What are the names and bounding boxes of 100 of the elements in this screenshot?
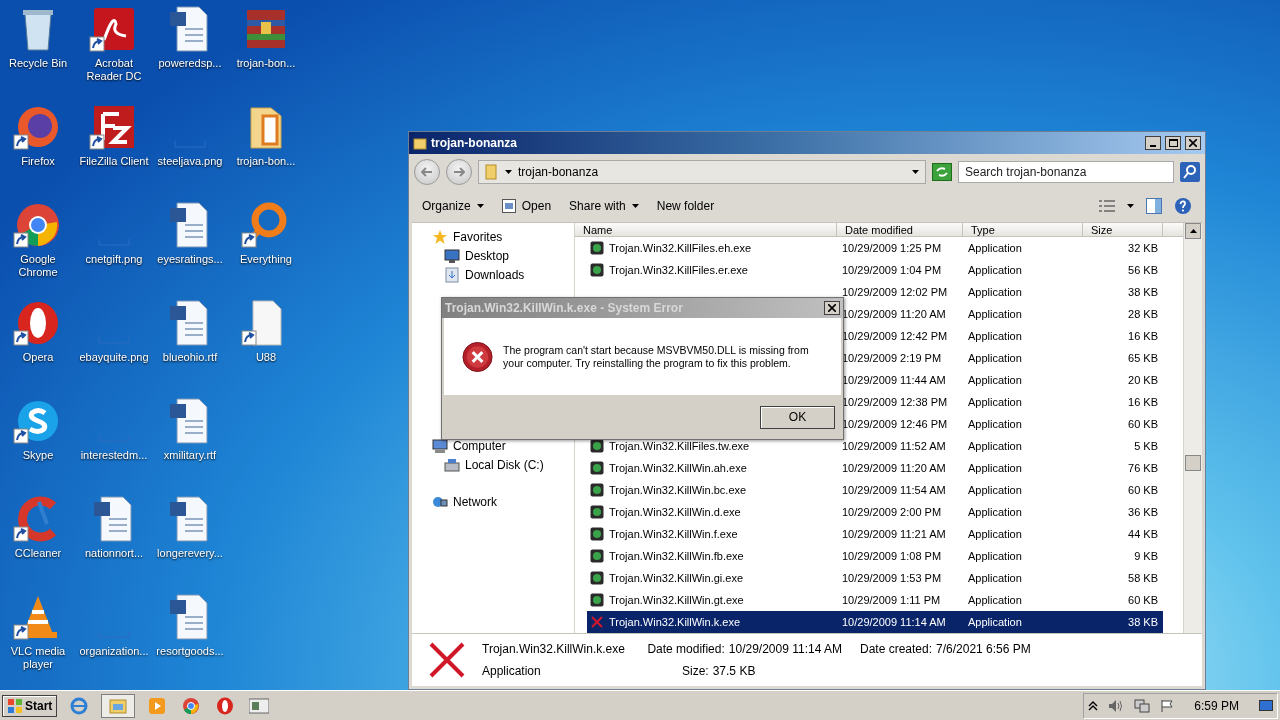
desktop-icon-label[interactable]: blueohio.rtf: [152, 351, 228, 364]
nav-item[interactable]: Local Disk (C:): [412, 455, 574, 474]
desktop-icon-label[interactable]: xmilitary.rtf: [152, 449, 228, 462]
desktop-icon-label[interactable]: resortgoods...: [152, 645, 228, 658]
column-header[interactable]: Size: [1083, 223, 1163, 237]
size-cell-text: 65 KB: [1127, 351, 1159, 366]
type-cell-text: Application: [967, 571, 1023, 586]
desktop-icon-label[interactable]: trojan-bon...: [228, 57, 304, 70]
size-cell-text: 58 KB: [1127, 571, 1159, 586]
date-cell-text: 10/29/2009 1:11 PM: [841, 593, 942, 608]
close-button[interactable]: [1185, 136, 1201, 150]
desktop-icon-label[interactable]: interestedm...: [76, 449, 152, 462]
search-field[interactable]: Search trojan-bonanza: [958, 161, 1174, 183]
star-icon: [432, 228, 448, 245]
chrome-icon: [181, 696, 202, 716]
flag-icon[interactable]: [1160, 699, 1175, 713]
speaker-icon[interactable]: [1108, 699, 1125, 713]
maximize-button[interactable]: [1165, 136, 1181, 150]
scroll-up-button[interactable]: [1185, 223, 1201, 239]
desktop-icon-label[interactable]: Recycle Bin: [0, 57, 76, 70]
desktop-icon-label[interactable]: CCleaner: [0, 547, 76, 560]
chevron-up-icon[interactable]: [1088, 701, 1099, 711]
type-cell-text: Application: [967, 285, 1023, 300]
date-cell-text: 10/29/2009 11:52 AM: [841, 439, 947, 454]
column-header[interactable]: Name: [575, 223, 837, 237]
desktop-icon-label[interactable]: Firefox: [0, 155, 76, 168]
desktop-icon-label[interactable]: U88: [228, 351, 304, 364]
file-name[interactable]: Trojan.Win32.KillFiles.er.exe: [587, 259, 837, 281]
column-header[interactable]: Type: [963, 223, 1083, 237]
close-button[interactable]: [824, 301, 840, 315]
toolbar-button[interactable]: Share with: [569, 199, 639, 213]
ok-button[interactable]: OK: [760, 405, 835, 429]
desktop-icon-label[interactable]: organization...: [76, 645, 152, 658]
desktop-icon-label[interactable]: trojan-bon...: [228, 155, 304, 168]
address-bar[interactable]: trojan-bonanza: [478, 160, 926, 184]
toolbar-button[interactable]: New folder: [656, 199, 715, 213]
search-icon[interactable]: [1180, 162, 1200, 182]
desktop-icon-label[interactable]: longerevery...: [152, 547, 228, 560]
file-name[interactable]: Trojan.Win32.KillWin.gi.exe: [587, 567, 837, 589]
scrollbar[interactable]: [1183, 223, 1202, 633]
size-cell-text: 36 KB: [1127, 505, 1159, 520]
file-name[interactable]: Trojan.Win32.KillWin.ah.exe: [587, 457, 837, 479]
column-header[interactable]: Date modified: [837, 223, 963, 237]
field-value: 10/29/2009 11:14 AM: [728, 642, 842, 656]
size-cell-text: 76 KB: [1127, 461, 1159, 476]
start-button[interactable]: Start: [2, 695, 58, 717]
date-cell-text: 10/29/2009 11:54 AM: [841, 483, 947, 498]
size-cell-text: 20 KB: [1127, 373, 1159, 388]
file-name[interactable]: Trojan.Win32.KillWin.k.exe: [587, 611, 837, 633]
size-cell-text: 60 KB: [1127, 483, 1159, 498]
file-name[interactable]: Trojan.Win32.KillWin.gt.exe: [587, 589, 837, 611]
desktop-icon-label[interactable]: VLC media player: [0, 645, 76, 671]
desktop-icon-label[interactable]: Opera: [0, 351, 76, 364]
desktop-icon-label[interactable]: FileZilla Client: [76, 155, 152, 168]
window-icon: [249, 696, 270, 716]
desktop-icon-label[interactable]: ebayquite.png: [76, 351, 152, 364]
arrow-left-icon: [421, 167, 433, 177]
desktop-icon-label[interactable]: Google Chrome: [0, 253, 76, 279]
file-name[interactable]: Trojan.Win32.KillWin.fb.exe: [587, 545, 837, 567]
desktop-icon: [444, 247, 460, 264]
help-icon[interactable]: [1174, 197, 1192, 215]
desktop-icon-label[interactable]: eyesratings...: [152, 253, 228, 266]
field-value: 37.5 KB: [712, 664, 756, 678]
desktop-icon-label[interactable]: nationnort...: [76, 547, 152, 560]
desktop-icon-label[interactable]: cnetgift.png: [76, 253, 152, 266]
size-cell-text: 38 KB: [1127, 285, 1159, 300]
desktop-icon-label[interactable]: poweredsp...: [152, 57, 228, 70]
nav-item[interactable]: Downloads: [412, 265, 574, 284]
forward-button[interactable]: [446, 159, 472, 185]
toolbar-button[interactable]: Open: [501, 199, 552, 213]
scroll-thumb[interactable]: [1185, 455, 1201, 471]
date-cell-text: 10/29/2009 11:20 AM: [841, 461, 947, 476]
desktop-icon-label[interactable]: Skype: [0, 449, 76, 462]
file-name[interactable]: Trojan.Win32.KillWin.f.exe: [587, 523, 837, 545]
file-name[interactable]: Trojan.Win32.KillWin.bc.exe: [587, 479, 837, 501]
minimize-button[interactable]: [1145, 136, 1161, 150]
desktop-icon-label[interactable]: Acrobat Reader DC: [76, 57, 152, 83]
view-list-icon[interactable]: [1099, 199, 1115, 213]
size-cell-text: 5 KB: [1133, 439, 1159, 454]
back-button[interactable]: [414, 159, 440, 185]
refresh-icon[interactable]: [932, 163, 952, 181]
file-name[interactable]: Trojan.Win32.KillWin.d.exe: [587, 501, 837, 523]
file-name[interactable]: Trojan.Win32.KillFiles.eh.exe: [587, 237, 837, 259]
taskbar-button[interactable]: [101, 694, 136, 718]
desktop-icon-label[interactable]: Everything: [228, 253, 304, 266]
toolbar-button[interactable]: Organize: [422, 199, 484, 213]
desktop-icon-label[interactable]: steeljava.png: [152, 155, 228, 168]
show-desktop-icon[interactable]: [1259, 699, 1273, 713]
clock[interactable]: 6:59 PM: [1194, 699, 1239, 713]
field-label: Date created:: [860, 642, 933, 656]
date-cell-text: 10/29/2009 1:53 PM: [841, 571, 943, 586]
date-cell: 10/29/2009 11:14 AM: [837, 611, 963, 633]
program-icon: [590, 593, 604, 607]
preview-pane-icon[interactable]: [1146, 198, 1162, 214]
nav-item[interactable]: Desktop: [412, 246, 574, 265]
network-icon[interactable]: [1134, 699, 1151, 713]
window-title: trojan-bonanza: [431, 136, 518, 150]
folder-icon: [413, 136, 427, 150]
close-icon: [828, 304, 836, 312]
file-name[interactable]: Trojan.Win32.KillFiles.tw.exe: [587, 435, 837, 457]
